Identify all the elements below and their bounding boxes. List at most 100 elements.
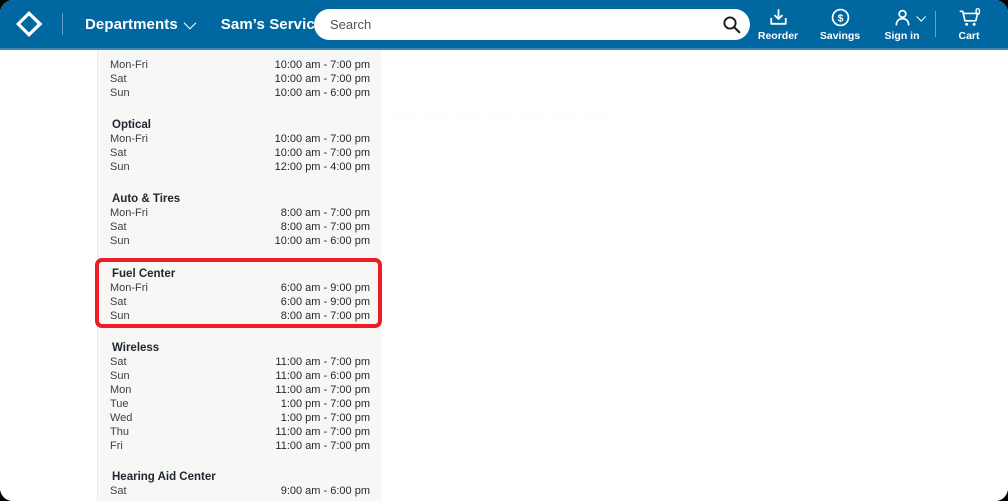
hours-row-time: 12:00 pm - 4:00 pm	[274, 161, 370, 173]
hours-row-day: Sun	[110, 310, 130, 322]
hours-row: Sun 8:00 am - 7:00 pm	[98, 309, 382, 323]
hours-row-day: Sun	[110, 87, 130, 99]
hours-section-title: Hearing Aid Center	[112, 471, 216, 483]
hours-section-title: Wireless	[112, 342, 160, 354]
hours-row: Sat 10:00 am - 7:00 pm	[98, 146, 382, 160]
hours-row-day: Mon-Fri	[110, 282, 148, 294]
header-action-cart-label: Cart	[958, 29, 980, 42]
header-actions: Reorder $ Savings Sign in 0 Cart	[747, 0, 1000, 48]
hours-row: Sun 12:00 pm - 4:00 pm	[98, 160, 382, 174]
search-input[interactable]	[314, 9, 712, 40]
hours-row-day: Wed	[110, 412, 133, 424]
search-bar[interactable]	[314, 9, 750, 40]
hours-section-title: Auto & Tires	[112, 193, 181, 205]
search-icon	[722, 16, 740, 34]
hours-row-day: Tue	[110, 398, 129, 410]
hours-row-day: Sat	[110, 485, 127, 497]
header-action-savings[interactable]: $ Savings	[809, 0, 871, 48]
browser-viewport: Departments Sam’s Services Search Reorde…	[0, 0, 1008, 501]
hours-row-time: 10:00 am - 7:00 pm	[274, 147, 370, 159]
hours-row-day: Mon-Fri	[110, 133, 148, 145]
hours-section: Optical Mon-Fri 10:00 am - 7:00 pm Sat 10:00…	[98, 118, 382, 174]
hours-row-time: 11:00 am - 7:00 pm	[275, 440, 370, 452]
hours-section: Hearing Aid Center Sat 9:00 am - 6:00 pm	[98, 470, 382, 498]
chevron-down-icon	[916, 11, 927, 22]
hours-row-time: 10:00 am - 6:00 pm	[274, 87, 370, 99]
header-action-reorder[interactable]: Reorder	[747, 0, 809, 48]
hours-row-time: 8:00 am - 7:00 pm	[280, 221, 370, 233]
hours-row-time: 6:00 am - 9:00 pm	[280, 296, 370, 308]
hours-row-day: Sun	[110, 370, 130, 382]
header-action-signin[interactable]: Sign in	[871, 0, 933, 48]
hours-row-time: 8:00 am - 7:00 pm	[280, 207, 370, 219]
hours-row-time: 10:00 am - 7:00 pm	[274, 59, 370, 71]
header-divider	[935, 11, 936, 37]
hours-row-time: 11:00 am - 7:00 pm	[275, 356, 370, 368]
hours-row-day: Sun	[110, 161, 130, 173]
faint-overflow-text: pm pm pm pm pm pm pm	[392, 106, 609, 125]
hours-row: Sat 10:00 am - 7:00 pm	[98, 72, 382, 86]
hours-row-day: Sat	[110, 147, 127, 159]
hours-row-time: 10:00 am - 7:00 pm	[274, 73, 370, 85]
hours-row-day: Fri	[110, 440, 123, 452]
hours-row: Mon-Fri 6:00 am - 9:00 pm	[98, 281, 382, 295]
hours-row: Mon-Fri 10:00 am - 7:00 pm	[98, 132, 382, 146]
hours-row-time: 6:00 am - 9:00 pm	[280, 282, 370, 294]
header-action-savings-label: Savings	[819, 29, 861, 42]
hours-row-day: Mon	[110, 384, 132, 396]
header-action-reorder-label: Reorder	[757, 29, 799, 42]
hours-row: Mon-Fri 8:00 am - 7:00 pm	[98, 206, 382, 220]
header-divider	[62, 13, 63, 35]
page-content: Mon-Fri 10:00 am - 7:00 pm Sat 10:00 am - 7…	[0, 50, 1008, 501]
hours-section: Wireless Sat 11:00 am - 7:00 pm Sun 11:00 am…	[98, 341, 382, 453]
hours-row-time: 10:00 am - 7:00 pm	[274, 133, 370, 145]
hours-row-day: Sun	[110, 235, 130, 247]
site-logo[interactable]	[0, 0, 62, 48]
hours-row: Mon-Fri 10:00 am - 7:00 pm	[98, 58, 382, 72]
hours-row: Sat 8:00 am - 7:00 pm	[98, 220, 382, 234]
hours-row-time: 1:00 pm - 7:00 pm	[280, 412, 370, 424]
hours-section: Fuel Center Mon-Fri 6:00 am - 9:00 pm Sat 6:…	[98, 267, 382, 323]
chevron-down-icon	[183, 16, 197, 29]
hours-row: Mon 11:00 am - 7:00 pm	[98, 383, 382, 397]
cart-count-badge: 0	[975, 7, 981, 18]
user-account-icon	[892, 7, 913, 29]
hours-row-time: 11:00 am - 6:00 pm	[275, 370, 370, 382]
hours-row-day: Sat	[110, 356, 127, 368]
site-header: Departments Sam’s Services Search Reorde…	[0, 0, 1008, 48]
search-submit-button[interactable]	[712, 9, 750, 40]
hours-row: Sat 9:00 am - 6:00 pm	[98, 484, 382, 498]
header-action-cart[interactable]: 0 Cart	[938, 0, 1000, 48]
hours-row-time: 8:00 am - 7:00 pm	[280, 310, 370, 322]
hours-row: Fri 11:00 am - 7:00 pm	[98, 439, 382, 453]
hours-row-day: Sat	[110, 73, 127, 85]
club-hours-panel: Mon-Fri 10:00 am - 7:00 pm Sat 10:00 am - 7…	[97, 50, 381, 501]
hours-row-time: 11:00 am - 7:00 pm	[275, 384, 370, 396]
hours-row-time: 11:00 am - 7:00 pm	[275, 426, 370, 438]
nav-departments[interactable]: Departments	[85, 15, 197, 33]
hours-row-day: Mon-Fri	[110, 59, 148, 71]
hours-row: Tue 1:00 pm - 7:00 pm	[98, 397, 382, 411]
hours-row-day: Mon-Fri	[110, 207, 148, 219]
hours-section-title: Optical	[112, 119, 151, 131]
hours-row: Sun 11:00 am - 6:00 pm	[98, 369, 382, 383]
hours-row: Sat 6:00 am - 9:00 pm	[98, 295, 382, 309]
hours-section-title: Fuel Center	[112, 268, 176, 280]
hours-row-day: Thu	[110, 426, 129, 438]
savings-dollar-circle-icon: $	[830, 7, 851, 29]
hours-row-day: Sat	[110, 296, 127, 308]
header-action-signin-label: Sign in	[884, 29, 920, 42]
hours-row: Sun 10:00 am - 6:00 pm	[98, 234, 382, 248]
hours-row-time: 1:00 pm - 7:00 pm	[280, 398, 370, 410]
hours-row: Wed 1:00 pm - 7:00 pm	[98, 411, 382, 425]
hours-row-day: Sat	[110, 221, 127, 233]
reorder-download-icon	[768, 7, 789, 29]
hours-row: Sun 10:00 am - 6:00 pm	[98, 86, 382, 100]
hours-section: Auto & Tires Mon-Fri 8:00 am - 7:00 pm Sat 8…	[98, 192, 382, 248]
hours-row: Sat 11:00 am - 7:00 pm	[98, 355, 382, 369]
hours-row-time: 9:00 am - 6:00 pm	[280, 485, 370, 497]
nav-departments-label: Departments	[85, 15, 178, 33]
hours-section: Mon-Fri 10:00 am - 7:00 pm Sat 10:00 am - 7…	[98, 58, 382, 100]
hours-row: Thu 11:00 am - 7:00 pm	[98, 425, 382, 439]
svg-text:$: $	[837, 13, 843, 25]
